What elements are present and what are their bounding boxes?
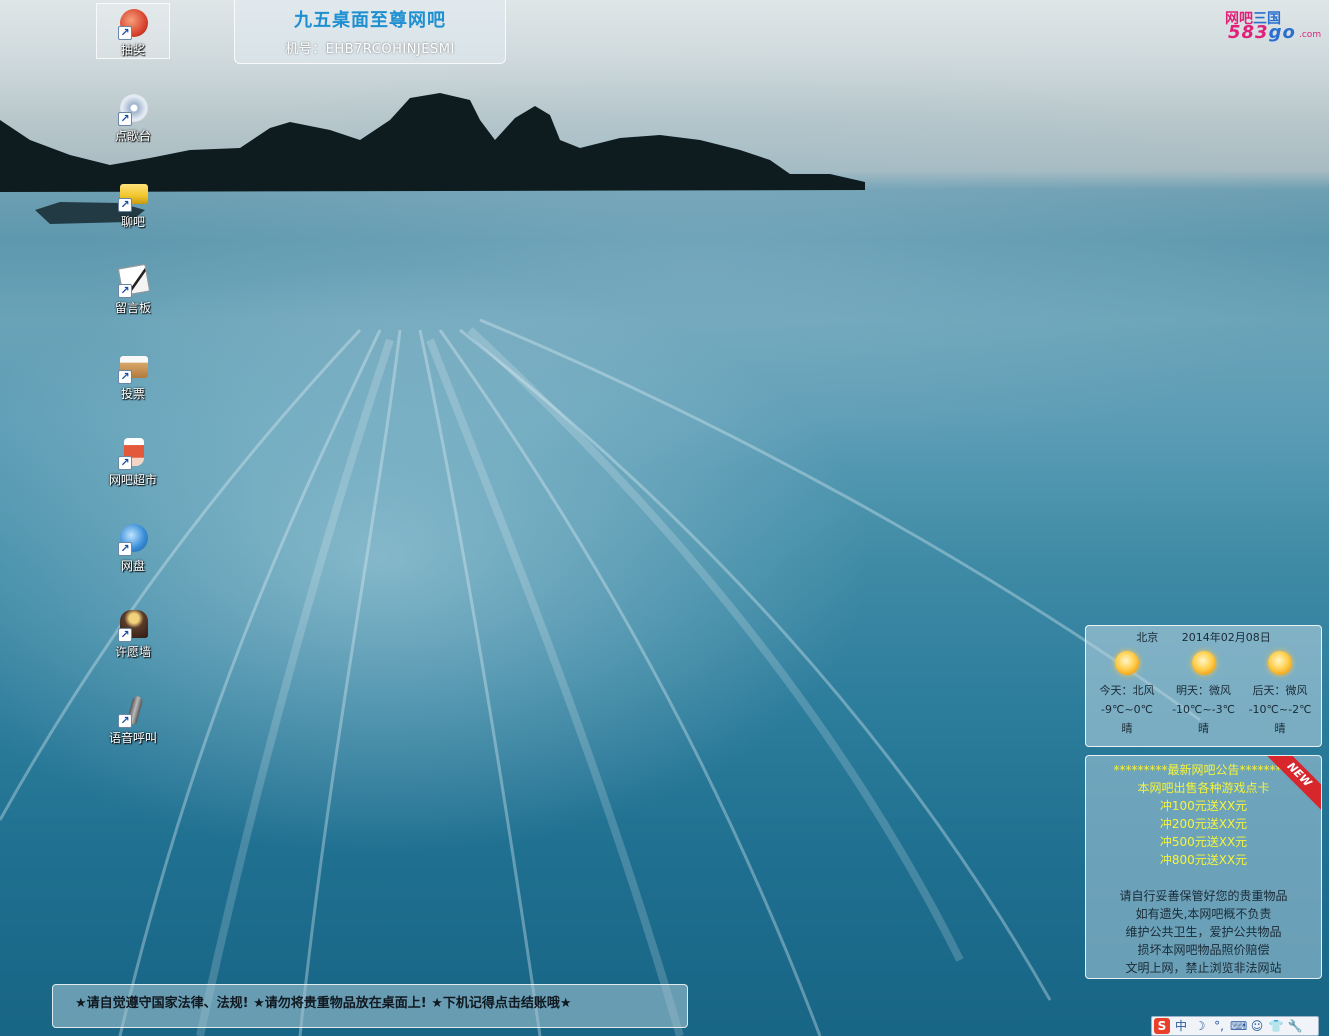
rule-line: 维护公共卫生，爱护公共物品: [1125, 925, 1282, 939]
site-logo[interactable]: 网吧三国 583go .com: [1222, 6, 1326, 46]
cafe-title-panel: 九五桌面至尊网吧 机号：EHB7RCOHINJESMI: [234, 0, 506, 64]
marquee-text: ★请自觉遵守国家法律、法规! ★请勿将贵重物品放在桌面上! ★下机记得点击结账哦…: [75, 996, 572, 1011]
microphone-icon: ↗: [116, 694, 150, 728]
icon-label: 抽奖: [120, 43, 145, 57]
shortcut-arrow-icon: ↗: [118, 456, 132, 470]
desktop-icon-supermarket[interactable]: ↗ 网吧超市: [96, 433, 170, 489]
logo-number: 583go: [1228, 22, 1296, 43]
music-cd-icon: ↗: [116, 92, 150, 126]
weather-day-today: 今天：北风 -9℃~0℃ 晴: [1090, 651, 1164, 738]
notice-board: NEW *********最新网吧公告********* 本网吧出售各种游戏点卡…: [1085, 755, 1322, 979]
shortcut-arrow-icon: ↗: [118, 112, 132, 126]
weather-day-tomorrow: 明天：微风 -10℃~-3℃ 晴: [1167, 651, 1241, 738]
skin-icon[interactable]: 👕: [1268, 1018, 1284, 1034]
shortcut-arrow-icon: ↗: [118, 370, 132, 384]
desktop-icon-voice-call[interactable]: ↗ 语音呼叫: [96, 691, 170, 747]
icon-label: 留言板: [114, 301, 151, 315]
weather-condition: 晴: [1198, 722, 1209, 735]
rule-line: 如有遗失,本网吧概不负责: [1135, 907, 1272, 921]
icon-label: 聊吧: [120, 215, 145, 229]
weather-temp: -10℃~-3℃: [1172, 703, 1235, 716]
ime-toolbar[interactable]: S 中 ☽ °, ⌨ ☺ 👕 🔧: [1151, 1016, 1319, 1036]
supermarket-icon: ↗: [116, 436, 150, 470]
desktop-icon-cloud-disk[interactable]: ↗ 网盘: [96, 519, 170, 575]
shortcut-arrow-icon: ↗: [118, 714, 132, 728]
sogou-logo-icon[interactable]: S: [1154, 1018, 1170, 1034]
cloud-disk-icon: ↗: [116, 522, 150, 556]
cafe-name: 九五桌面至尊网吧: [294, 10, 446, 31]
punctuation-icon[interactable]: °,: [1211, 1018, 1227, 1034]
vote-box-icon: ↗: [116, 350, 150, 384]
shortcut-arrow-icon: ↗: [118, 542, 132, 556]
sunny-icon: [1115, 651, 1139, 675]
desktop-icon-wish-wall[interactable]: ↗ 许愿墙: [96, 605, 170, 661]
weather-temp: -9℃~0℃: [1101, 703, 1153, 716]
rule-line: 损坏本网吧物品照价赔偿: [1137, 943, 1270, 957]
logo-domain: .com: [1299, 30, 1322, 40]
desktop-icon-chat[interactable]: ↗ 聊吧: [96, 175, 170, 231]
icon-label: 投票: [120, 387, 145, 401]
weather-condition: 晴: [1121, 722, 1133, 735]
shortcut-arrow-icon: ↗: [118, 284, 132, 298]
chinese-mode-icon[interactable]: 中: [1173, 1018, 1189, 1034]
weather-city: 北京: [1136, 631, 1159, 644]
weather-wind: 今天：北风: [1099, 684, 1155, 697]
shortcut-arrow-icon: ↗: [118, 198, 132, 212]
icon-label: 网盘: [120, 559, 145, 573]
icon-label: 许愿墙: [114, 645, 151, 659]
weather-widget: 北京 2014年02月08日 今天：北风 -9℃~0℃ 晴 明天：微风 -10℃…: [1085, 625, 1322, 747]
settings-wrench-icon[interactable]: 🔧: [1287, 1018, 1303, 1034]
lottery-icon: ↗: [116, 7, 150, 40]
shortcut-arrow-icon: ↗: [118, 26, 132, 40]
weather-wind: 明天：微风: [1176, 684, 1231, 697]
user-icon[interactable]: ☺: [1249, 1018, 1265, 1034]
logo-num-a: 583: [1228, 22, 1269, 43]
sunny-icon: [1268, 651, 1292, 675]
notice-line: 冲100元送XX元: [1159, 799, 1248, 813]
weather-date: 2014年02月08日: [1181, 631, 1271, 644]
logo-num-b: go: [1268, 22, 1296, 43]
rule-line: 文明上网，禁止浏览非法网站: [1125, 961, 1282, 975]
notice-marquee: ★请自觉遵守国家法律、法规! ★请勿将贵重物品放在桌面上! ★下机记得点击结账哦…: [52, 984, 688, 1028]
notice-line: 冲500元送XX元: [1159, 835, 1248, 849]
icon-label: 网吧超市: [108, 473, 157, 487]
keyboard-icon[interactable]: ⌨: [1230, 1018, 1247, 1034]
weather-condition: 晴: [1274, 722, 1286, 735]
icon-label: 点歌台: [114, 129, 151, 143]
desktop-icon-vote[interactable]: ↗ 投票: [96, 347, 170, 403]
wish-wall-icon: ↗: [116, 608, 150, 642]
desktop-icon-message-board[interactable]: ↗ 留言板: [96, 261, 170, 317]
shortcut-arrow-icon: ↗: [118, 628, 132, 642]
notice-line: 冲200元送XX元: [1159, 817, 1248, 831]
chat-folder-icon: ↗: [116, 178, 150, 212]
icon-label: 语音呼叫: [108, 731, 157, 745]
half-width-icon[interactable]: ☽: [1192, 1018, 1208, 1034]
weather-wind: 后天：微风: [1252, 684, 1308, 697]
notice-line: 本网吧出售各种游戏点卡: [1137, 781, 1270, 795]
weather-day-after-tomorrow: 后天：微风 -10℃~-2℃ 晴: [1243, 651, 1317, 738]
weather-header: 北京 2014年02月08日: [1086, 629, 1321, 645]
notice-line: 冲800元送XX元: [1159, 853, 1248, 867]
message-board-icon: ↗: [116, 263, 151, 298]
sunny-icon: [1191, 651, 1216, 675]
rule-line: 请自行妥善保管好您的贵重物品: [1119, 889, 1288, 903]
desktop-icon-lottery[interactable]: ↗ 抽奖: [96, 3, 170, 59]
desktop-icon-music[interactable]: ↗ 点歌台: [96, 89, 170, 145]
machine-number: 机号：EHB7RCOHINJESMI: [285, 42, 455, 57]
weather-temp: -10℃~-2℃: [1248, 703, 1312, 716]
